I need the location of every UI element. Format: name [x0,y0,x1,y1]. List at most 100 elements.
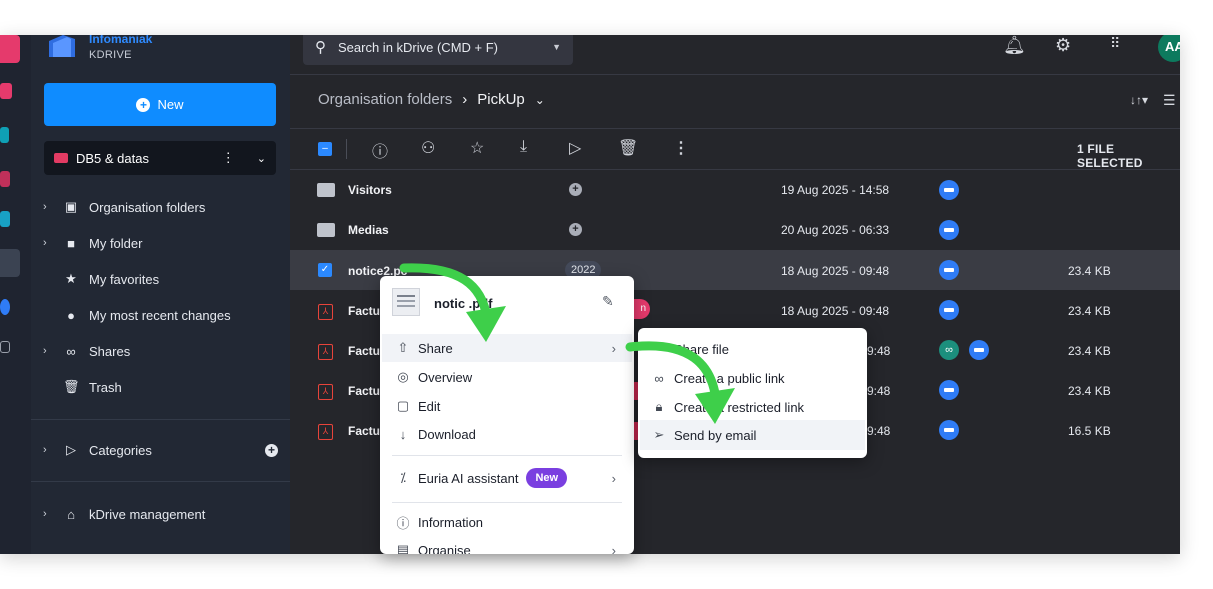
chevron-down-icon[interactable]: ▼ [552,42,561,52]
chevron-right-icon[interactable]: › [43,201,53,213]
chevron-right-icon[interactable]: › [43,237,53,249]
sidebar-item-my-folder[interactable]: › ■ My folder [43,229,142,257]
share-submenu: Share file ∞ Create a public link 🔒︎ Cre… [638,328,867,458]
sidebar-item-my-favorites[interactable]: ★ My favorites [43,265,159,293]
search-input[interactable]: ⚲ Search in kDrive (CMD + F) ▼ [303,35,573,65]
download-icon[interactable]: ⤓ [520,138,527,156]
menu-item-label: Organise [418,542,471,555]
divider [31,419,290,420]
menu-item-information[interactable]: ⓘ Information [382,508,632,536]
file-name[interactable]: Visitors [348,183,392,197]
menu-item-edit[interactable]: ▢ Edit [382,392,632,420]
menu-item-label: Send by email [674,427,757,443]
sidebar-item-recent-changes[interactable]: ● My most recent changes [43,301,231,329]
sidebar-item-label: kDrive management [89,506,206,522]
menu-item-ai-assistant[interactable]: ⁒ Euria AI assistant New › [382,464,632,492]
table-row[interactable]: Visitors + 19 Aug 2025 - 14:58 [290,170,1180,210]
drive-selector[interactable]: DB5 & datas ⋮ ⌄ [44,141,276,175]
pdf-icon: ⅄ [318,344,333,360]
sidebar-item-shares[interactable]: › ∞ Shares [43,337,130,365]
sidebar-item-organisation-folders[interactable]: › ▣ Organisation folders [43,193,205,221]
info-icon[interactable]: ⓘ [372,138,388,162]
lock-icon: 🔒︎ [655,399,663,414]
shared-drive-icon [939,180,959,200]
kdrive-app-icon[interactable] [0,249,20,277]
app-switch-icon[interactable] [0,35,20,63]
chevron-right-icon[interactable]: › [43,345,53,357]
more-options-icon[interactable]: ⋮ [673,138,689,158]
menu-item-label: Overview [418,369,473,385]
chevron-right-icon: › [611,470,616,486]
mail-app-icon[interactable] [0,127,9,143]
shared-drive-icon [939,300,959,320]
file-date: 18 Aug 2025 - 09:48 [781,264,890,278]
menu-item-public-link[interactable]: ∞ Create a public link [640,363,865,393]
table-row[interactable]: Medias + 20 Aug 2025 - 06:33 [290,210,1180,250]
file-size: 16.5 KB [1068,424,1111,438]
list-view-icon[interactable]: ☰ [1163,92,1176,109]
menu-item-send-by-email[interactable]: ➢ Send by email [640,420,865,450]
breadcrumb-parent[interactable]: Organisation folders [318,91,452,108]
menu-item-label: Create a public link [674,370,785,386]
star-icon[interactable]: ☆ [470,138,484,158]
trash-icon: 🗑 [63,379,80,394]
shared-drive-icon [939,260,959,280]
trash-icon[interactable]: 🗑︎ [618,138,638,158]
sidebar-item-trash[interactable]: 🗑 Trash [43,373,122,401]
home-icon[interactable] [0,83,12,99]
sidebar-item-label: My folder [89,235,143,251]
file-name[interactable]: Factu [348,384,380,398]
menu-divider [392,502,622,503]
pdf-icon: ⅄ [318,424,333,440]
file-name[interactable]: Factu [348,344,380,358]
label-icon[interactable]: ▷ [569,138,581,158]
chevron-down-icon[interactable]: ⌄ [257,152,266,165]
divider [290,74,1180,75]
menu-item-share[interactable]: ⇧ Share › [382,334,632,362]
row-checkbox[interactable]: ✓ [318,263,332,277]
chevron-right-icon[interactable]: › [43,508,53,520]
star-icon: ★ [65,271,77,286]
more-apps-icon[interactable] [0,341,10,353]
select-all-checkbox[interactable]: – [318,142,332,156]
meet-app-icon[interactable] [0,299,10,315]
avatar[interactable]: AA [1158,35,1180,62]
breadcrumb-current[interactable]: PickUp [477,91,525,108]
info-icon: ⓘ [396,515,410,531]
bell-icon[interactable]: 🔔︎ [1003,35,1026,56]
chevron-right-icon: › [611,340,616,356]
file-name[interactable]: Medias [348,223,389,237]
menu-item-restricted-link[interactable]: 🔒︎ Create a restricted link [640,392,865,422]
chevron-right-icon[interactable]: › [43,444,53,456]
share-icon: ⇧ [397,340,409,355]
file-date: 9:48 [867,424,891,438]
folder-icon [317,183,335,197]
context-menu-header: notic .pdf ✎ [380,276,634,328]
drive-options-icon[interactable]: ⋮ [222,150,235,166]
rename-pencil-icon[interactable]: ✎ [602,293,614,310]
file-name[interactable]: Factu [348,424,380,438]
menu-item-download[interactable]: ↓ Download [382,420,632,448]
contacts-app-icon[interactable] [0,211,10,227]
calendar-app-icon[interactable] [0,171,10,187]
context-file-name: notic .pdf [434,296,493,311]
menu-item-label: Create a restricted link [674,399,805,415]
file-name[interactable]: Factu [348,304,380,318]
menu-item-share-file[interactable]: Share file [640,334,865,364]
chevron-down-icon[interactable]: ⌄ [535,93,545,107]
add-category-icon[interactable]: + [265,444,278,457]
apps-grid-icon[interactable]: ⠿ [1110,35,1120,52]
add-category-icon[interactable]: + [569,183,582,196]
menu-item-overview[interactable]: ◎ Overview [382,363,632,391]
sidebar-item-kdrive-management[interactable]: › ⌂ kDrive management [43,500,205,528]
add-category-icon[interactable]: + [569,223,582,236]
shared-drive-icon [939,420,959,440]
menu-item-organise[interactable]: ▤ Organise › [382,536,632,554]
folder-icon [317,223,335,237]
download-icon: ↓ [399,426,407,442]
new-button[interactable]: + New [44,83,276,126]
gear-icon[interactable]: ⚙ [1055,35,1071,56]
sidebar-item-categories[interactable]: › ▷ Categories [43,436,152,464]
sort-icon[interactable]: ↓↑▾ [1130,93,1148,107]
share-user-icon[interactable]: ⚇ [421,138,435,158]
